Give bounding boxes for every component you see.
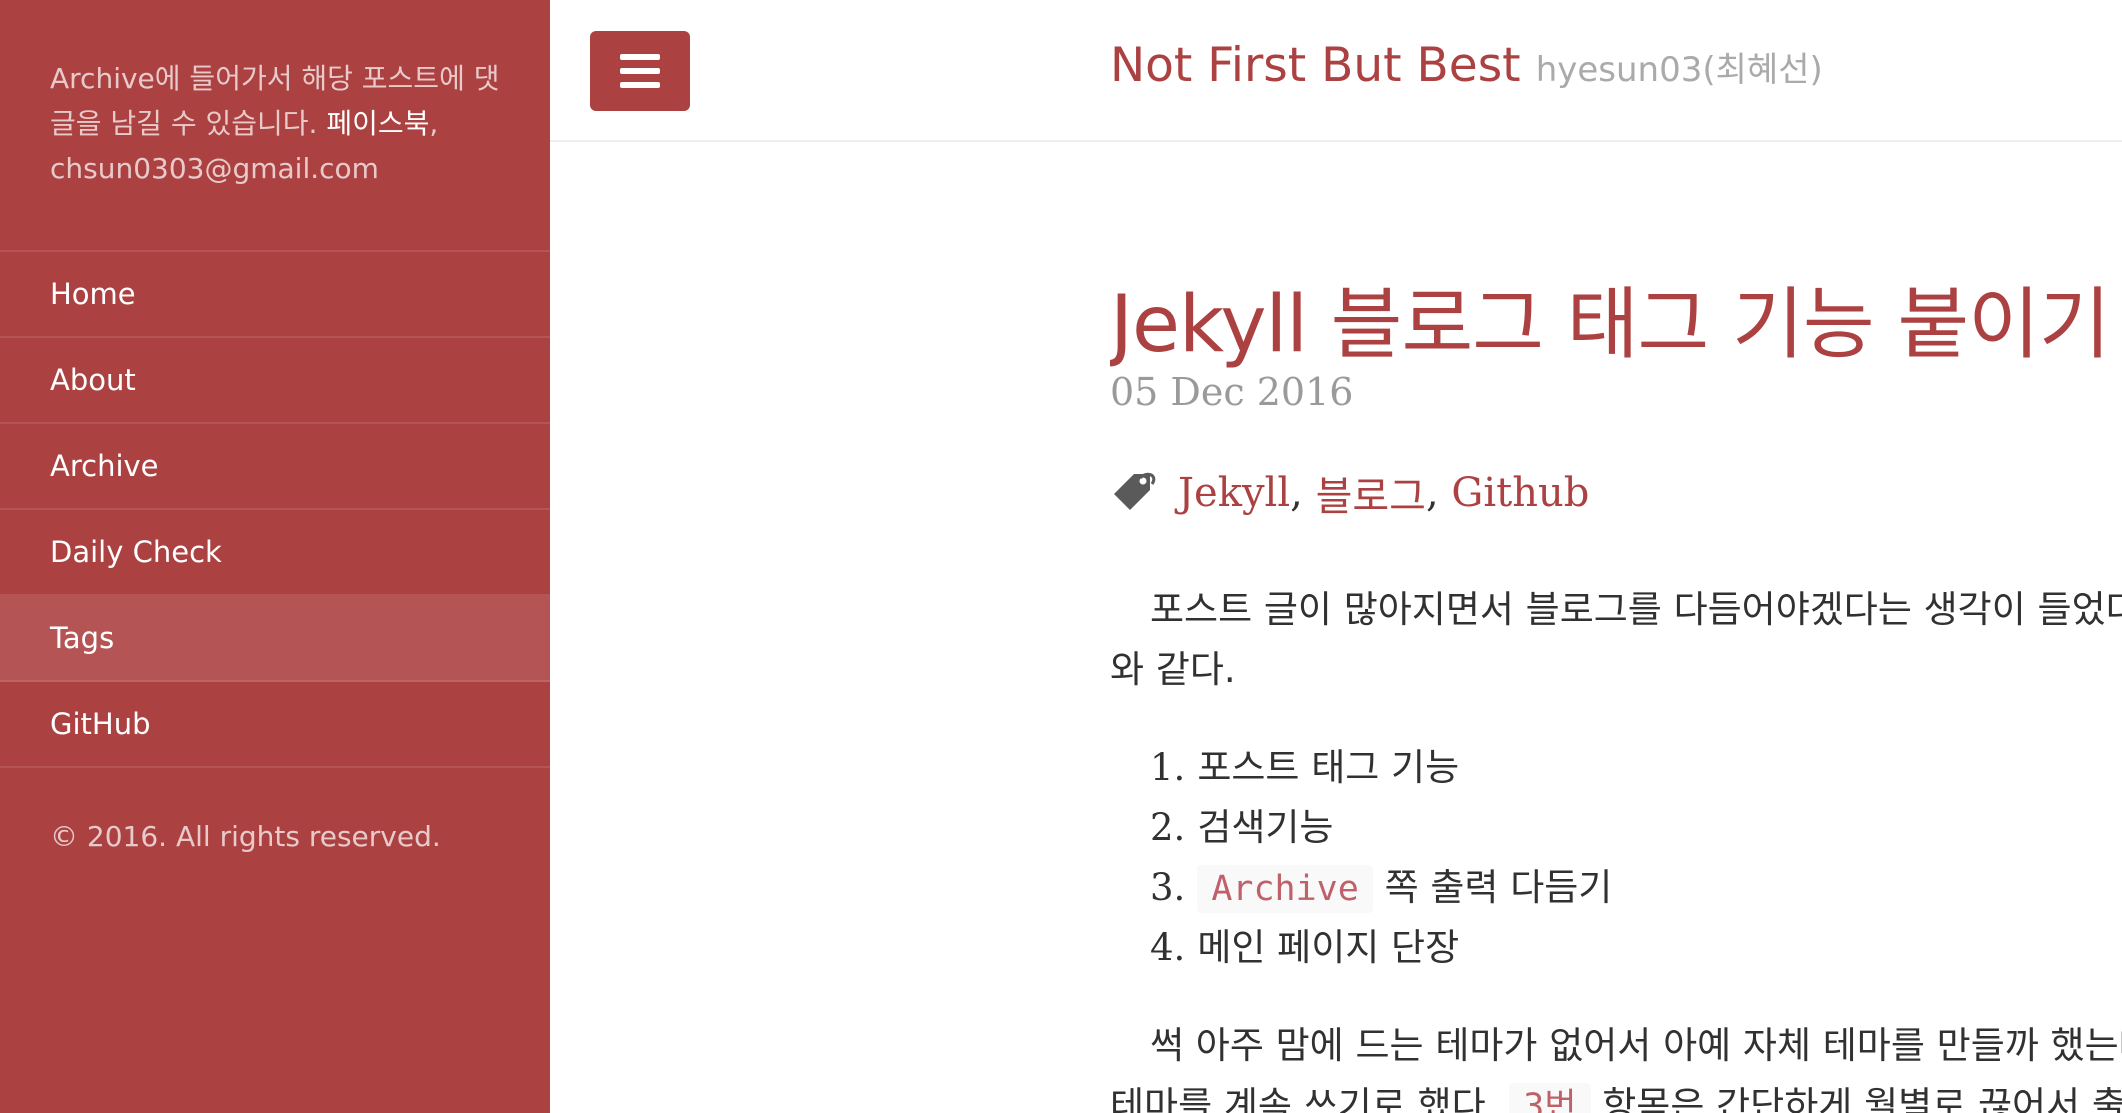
list-item: 2. 검색기능 <box>1150 806 1334 849</box>
list-item: 4. 메인 페이지 단장 <box>1150 926 1460 969</box>
paragraph: 포스트 글이 많아지면서 블로그를 다듬어야겠다는 생각이 들었다 <box>1110 580 2122 640</box>
tag-link-jekyll[interactable]: Jekyll <box>1178 470 1290 516</box>
sidebar-about: Archive에 들어가서 해당 포스트에 댓글을 남길 수 있습니다. 페이스… <box>0 0 550 252</box>
sidebar: Archive에 들어가서 해당 포스트에 댓글을 남길 수 있습니다. 페이스… <box>0 0 550 1113</box>
sidebar-item-daily-check[interactable]: Daily Check <box>0 510 550 596</box>
post-content: Jekyll 블로그 태그 기능 붙이기 05 Dec 2016 Jekyll,… <box>1110 142 2122 1113</box>
paragraph-line: 포스트 글이 많아지면서 블로그를 다듬어야겠다는 생각이 들었다 <box>1150 588 2122 631</box>
paragraph-line: 썩 아주 맘에 드는 테마가 없어서 아예 자체 테마를 만들까 했는데 <box>1150 1024 2122 1067</box>
post-tags: Jekyll, 블로그, Github <box>1110 464 1589 522</box>
email-text: chsun0303@gmail.com <box>50 152 379 185</box>
sidebar-item-github[interactable]: GitHub <box>0 682 550 768</box>
post-title: Jekyll 블로그 태그 기능 붙이기 <box>1110 280 2111 370</box>
tag-link-blog[interactable]: 블로그 <box>1316 464 1426 522</box>
topbar: Not First But Best hyesun03(최혜선) <box>550 0 2122 142</box>
site-title[interactable]: Not First But Best hyesun03(최혜선) <box>1110 38 1823 93</box>
hamburger-menu-icon <box>620 54 660 60</box>
todo-list: 1. 포스트 태그 기능 2. 검색기능 3. Archive 쪽 출력 다듬기 4.… <box>1110 738 2122 978</box>
paragraph: 테마를 계속 쓰기로 했다. 3번 항목은 간단하게 월별로 끊어서 출 <box>1110 1076 2122 1113</box>
tag-icon <box>1114 472 1156 510</box>
copyright: © 2016. All rights reserved. <box>50 820 441 853</box>
site-name[interactable]: Not First But Best <box>1110 38 1521 93</box>
paragraph-line: 와 같다. <box>1110 648 1236 691</box>
sidebar-item-archive[interactable]: Archive <box>0 424 550 510</box>
post-date: 05 Dec 2016 <box>1110 370 1354 414</box>
sidebar-item-tags[interactable]: Tags <box>0 596 550 682</box>
site-tagline: hyesun03(최혜선) <box>1535 50 1823 90</box>
menu-toggle-button[interactable] <box>590 31 690 111</box>
sidebar-nav: Home About Archive Daily Check Tags GitH… <box>0 252 550 768</box>
tag-link-github[interactable]: Github <box>1451 470 1589 516</box>
list-item: 1. 포스트 태그 기능 <box>1150 746 1460 789</box>
sidebar-item-about[interactable]: About <box>0 338 550 424</box>
inline-code: Archive <box>1197 865 1373 913</box>
paragraph: 썩 아주 맘에 드는 테마가 없어서 아예 자체 테마를 만들까 했는데 <box>1110 1016 2122 1076</box>
list-item: 3. Archive 쪽 출력 다듬기 <box>1110 858 2122 918</box>
post-body: 포스트 글이 많아지면서 블로그를 다듬어야겠다는 생각이 들었다 와 같다. … <box>1110 580 2122 1113</box>
sidebar-item-home[interactable]: Home <box>0 252 550 338</box>
inline-code: 3번 <box>1509 1083 1591 1113</box>
paragraph: 와 같다. <box>1110 640 2122 700</box>
facebook-link[interactable]: 페이스북 <box>326 107 429 140</box>
